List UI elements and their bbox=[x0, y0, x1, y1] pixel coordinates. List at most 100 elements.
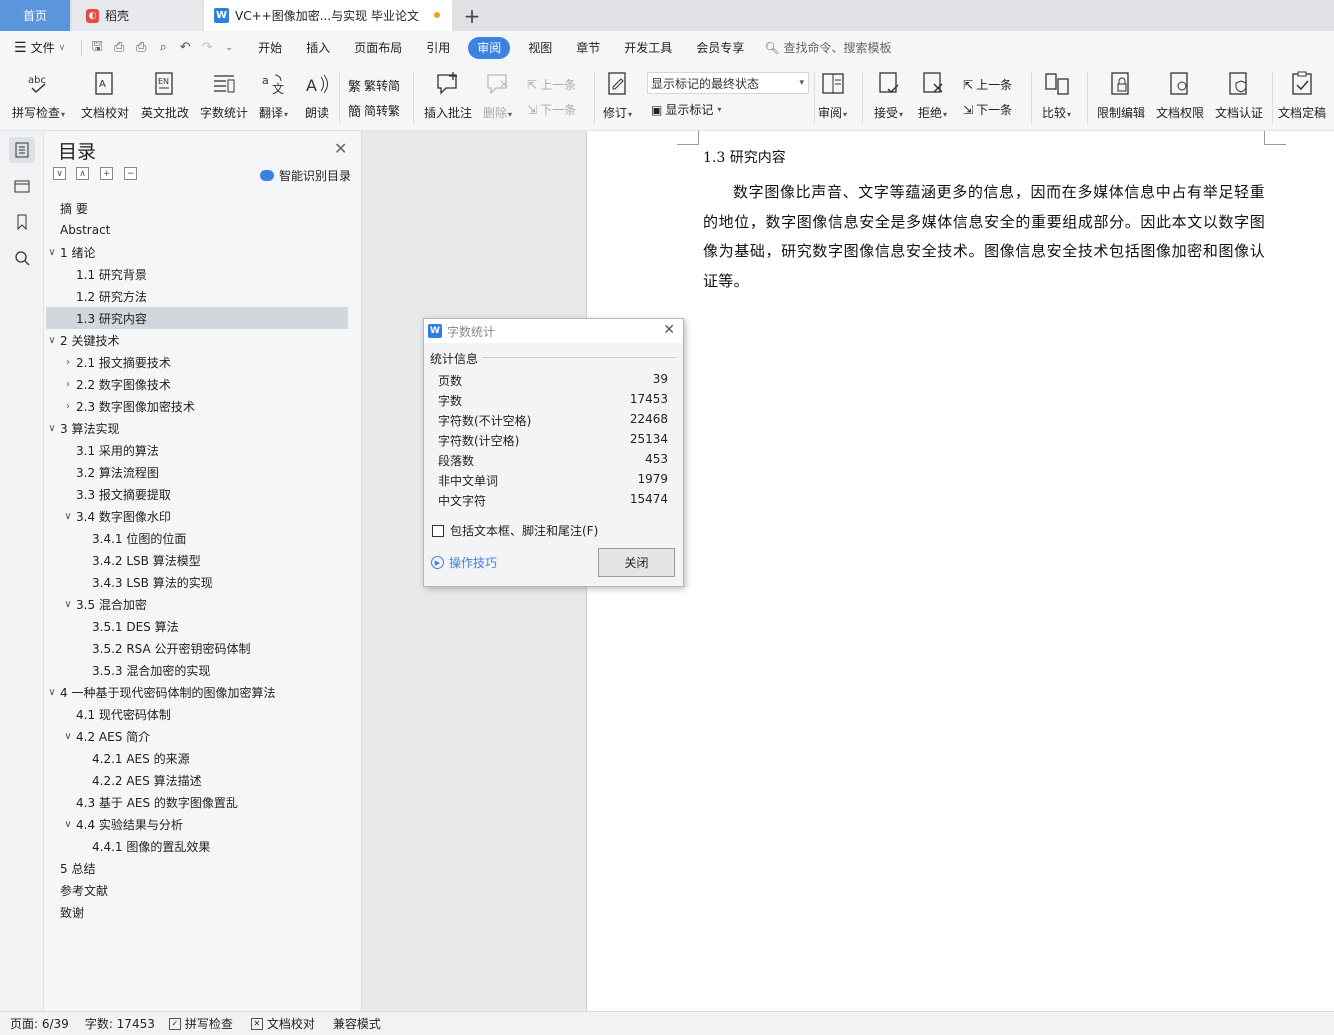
smart-toc-button[interactable]: 智能识别目录 bbox=[260, 167, 351, 184]
toc-item[interactable]: 3.4.1 位图的位面 bbox=[46, 527, 348, 549]
toc-item[interactable]: › 2.3 数字图像加密技术 bbox=[46, 395, 348, 417]
toc-item[interactable]: 致谢 bbox=[46, 901, 348, 923]
save-icon[interactable]: 🖫 bbox=[86, 37, 108, 59]
toc-view-icon[interactable] bbox=[9, 137, 35, 163]
delete-comment-button[interactable]: 删除▾ bbox=[483, 68, 512, 121]
toc-item[interactable]: 参考文献 bbox=[46, 879, 348, 901]
menu-tab-5[interactable]: 视图 bbox=[516, 37, 564, 59]
expand-up-icon[interactable]: ∧ bbox=[76, 167, 89, 180]
command-search[interactable]: 🔍︎ 查找命令、搜索模板 bbox=[764, 39, 891, 56]
accept-button[interactable]: 接受▾ bbox=[874, 68, 903, 121]
tab-home[interactable]: 首页 bbox=[0, 0, 70, 31]
doc-proof-button[interactable]: A 文档校对 bbox=[81, 68, 129, 121]
tab-daoke[interactable]: ◐ 稻壳 bbox=[72, 0, 202, 31]
markup-state-select[interactable]: 显示标记的最终状态 ▾ bbox=[647, 72, 809, 94]
toc-item[interactable]: ∨ 3.4 数字图像水印 bbox=[46, 505, 348, 527]
menu-tab-6[interactable]: 章节 bbox=[564, 37, 612, 59]
toc-item[interactable]: ∨ 2 关键技术 bbox=[46, 329, 348, 351]
format-painter-icon[interactable]: ⎙ bbox=[108, 37, 130, 59]
print-icon[interactable]: ⎙ bbox=[130, 37, 152, 59]
read-aloud-button[interactable]: A 朗读 bbox=[304, 68, 330, 121]
reject-button[interactable]: 拒绝▾ bbox=[918, 68, 947, 121]
toc-item[interactable]: 1.2 研究方法 bbox=[46, 285, 348, 307]
tips-link[interactable]: ▶ 操作技巧 bbox=[431, 554, 497, 571]
toc-item[interactable]: 1.1 研究背景 bbox=[46, 263, 348, 285]
spell-check-button[interactable]: abc 拼写检查▾ bbox=[12, 68, 65, 121]
word-count-button[interactable]: 字数统计 bbox=[200, 68, 248, 121]
nav-pane-icon[interactable] bbox=[9, 173, 35, 199]
word-count-indicator[interactable]: 字数: 17453 bbox=[85, 1015, 155, 1032]
undo-icon[interactable]: ↶ bbox=[174, 37, 196, 59]
prev-comment-button[interactable]: ⇱ 上一条 bbox=[527, 76, 576, 93]
include-textbox-checkbox[interactable]: 包括文本框、脚注和尾注(F) bbox=[432, 522, 598, 539]
chevron-right-icon[interactable]: › bbox=[62, 357, 74, 368]
compare-button[interactable]: 比较▾ bbox=[1042, 68, 1071, 121]
toc-item[interactable]: 3.5.2 RSA 公开密钥密码体制 bbox=[46, 637, 348, 659]
toc-item[interactable]: ∨ 4.4 实验结果与分析 bbox=[46, 813, 348, 835]
toc-item[interactable]: 4.4.1 图像的置乱效果 bbox=[46, 835, 348, 857]
toc-item[interactable]: › 2.2 数字图像技术 bbox=[46, 373, 348, 395]
next-comment-button[interactable]: ⇲ 下一条 bbox=[527, 101, 576, 118]
toc-item[interactable]: › 2.1 报文摘要技术 bbox=[46, 351, 348, 373]
menu-tab-3[interactable]: 引用 bbox=[414, 37, 462, 59]
chevron-down-icon[interactable]: ∨ bbox=[46, 335, 58, 346]
toc-item[interactable]: 4.2.2 AES 算法描述 bbox=[46, 769, 348, 791]
toc-item[interactable]: 4.3 基于 AES 的数字图像置乱 bbox=[46, 791, 348, 813]
collapse-all-icon[interactable]: ∨ bbox=[53, 167, 66, 180]
chevron-right-icon[interactable]: › bbox=[62, 401, 74, 412]
chevron-down-icon[interactable]: ∨ bbox=[62, 511, 74, 522]
file-menu[interactable]: ☰ 文件 ∨ bbox=[0, 37, 77, 59]
toc-item[interactable]: 4.2.1 AES 的来源 bbox=[46, 747, 348, 769]
new-tab-button[interactable]: + bbox=[460, 0, 484, 31]
minus-icon[interactable]: − bbox=[124, 167, 137, 180]
toc-item[interactable]: 3.5.3 混合加密的实现 bbox=[46, 659, 348, 681]
prev-change-button[interactable]: ⇱ 上一条 bbox=[963, 76, 1012, 93]
chevron-down-icon[interactable]: ∨ bbox=[46, 423, 58, 434]
chevron-down-icon[interactable]: ∨ bbox=[46, 687, 58, 698]
english-correct-button[interactable]: EN 英文批改 bbox=[141, 68, 189, 121]
bookmark-icon[interactable] bbox=[9, 209, 35, 235]
tab-document[interactable]: W VC++图像加密...与实现 毕业论文 bbox=[204, 0, 452, 31]
toc-item[interactable]: ∨ 3.5 混合加密 bbox=[46, 593, 348, 615]
search-icon[interactable] bbox=[9, 245, 35, 271]
menu-tab-8[interactable]: 会员专享 bbox=[684, 37, 756, 59]
toc-item[interactable]: 1.3 研究内容 bbox=[46, 307, 348, 329]
plus-icon[interactable]: + bbox=[100, 167, 113, 180]
doc-finalize-button[interactable]: 文档定稿 bbox=[1278, 68, 1326, 121]
track-changes-button[interactable]: 修订▾ bbox=[603, 68, 632, 121]
toc-item[interactable]: 3.2 算法流程图 bbox=[46, 461, 348, 483]
toc-item[interactable]: 3.4.2 LSB 算法模型 bbox=[46, 549, 348, 571]
doc-proof-status[interactable]: ✕ 文档校对 bbox=[250, 1015, 315, 1032]
menu-tab-2[interactable]: 页面布局 bbox=[342, 37, 414, 59]
doc-certify-button[interactable]: 文档认证 bbox=[1215, 68, 1263, 121]
insert-comment-button[interactable]: 插入批注 bbox=[424, 68, 472, 121]
next-change-button[interactable]: ⇲ 下一条 bbox=[963, 101, 1012, 118]
toc-item[interactable]: 3.1 采用的算法 bbox=[46, 439, 348, 461]
show-markup-button[interactable]: ▣ 显示标记 ▾ bbox=[651, 101, 721, 118]
toc-item[interactable]: 摘 要 bbox=[46, 197, 348, 219]
close-icon[interactable]: ✕ bbox=[663, 322, 675, 338]
close-icon[interactable]: ✕ bbox=[334, 139, 347, 158]
spell-check-status[interactable]: ✓ 拼写检查 bbox=[168, 1015, 233, 1032]
trad-to-simp-button[interactable]: 繁繁转简 bbox=[348, 76, 400, 95]
translate-button[interactable]: a文 翻译▾ bbox=[259, 68, 288, 121]
toc-item[interactable]: 3.5.1 DES 算法 bbox=[46, 615, 348, 637]
chevron-down-icon[interactable]: ∨ bbox=[62, 819, 74, 830]
review-pane-button[interactable]: 审阅▾ bbox=[818, 68, 847, 121]
chevron-down-icon[interactable]: ∨ bbox=[62, 731, 74, 742]
chevron-down-icon[interactable]: ∨ bbox=[46, 247, 58, 258]
restrict-edit-button[interactable]: 限制编辑 bbox=[1097, 68, 1145, 121]
toc-item[interactable]: 3.4.3 LSB 算法的实现 bbox=[46, 571, 348, 593]
print-preview-icon[interactable]: ⌕ bbox=[152, 37, 174, 59]
toc-item[interactable]: Abstract bbox=[46, 219, 348, 241]
close-button[interactable]: 关闭 bbox=[598, 548, 675, 577]
menu-tab-4[interactable]: 审阅 bbox=[468, 36, 511, 59]
chevron-right-icon[interactable]: › bbox=[62, 379, 74, 390]
toc-item[interactable]: ∨ 4.2 AES 简介 bbox=[46, 725, 348, 747]
chevron-down-icon[interactable]: ∨ bbox=[62, 599, 74, 610]
doc-heading[interactable]: 1.3 研究内容 bbox=[703, 147, 786, 167]
toc-item[interactable]: 5 总结 bbox=[46, 857, 348, 879]
menu-tab-0[interactable]: 开始 bbox=[246, 37, 294, 59]
doc-rights-button[interactable]: 文档权限 bbox=[1156, 68, 1204, 121]
simp-to-trad-button[interactable]: 簡简转繁 bbox=[348, 101, 400, 120]
